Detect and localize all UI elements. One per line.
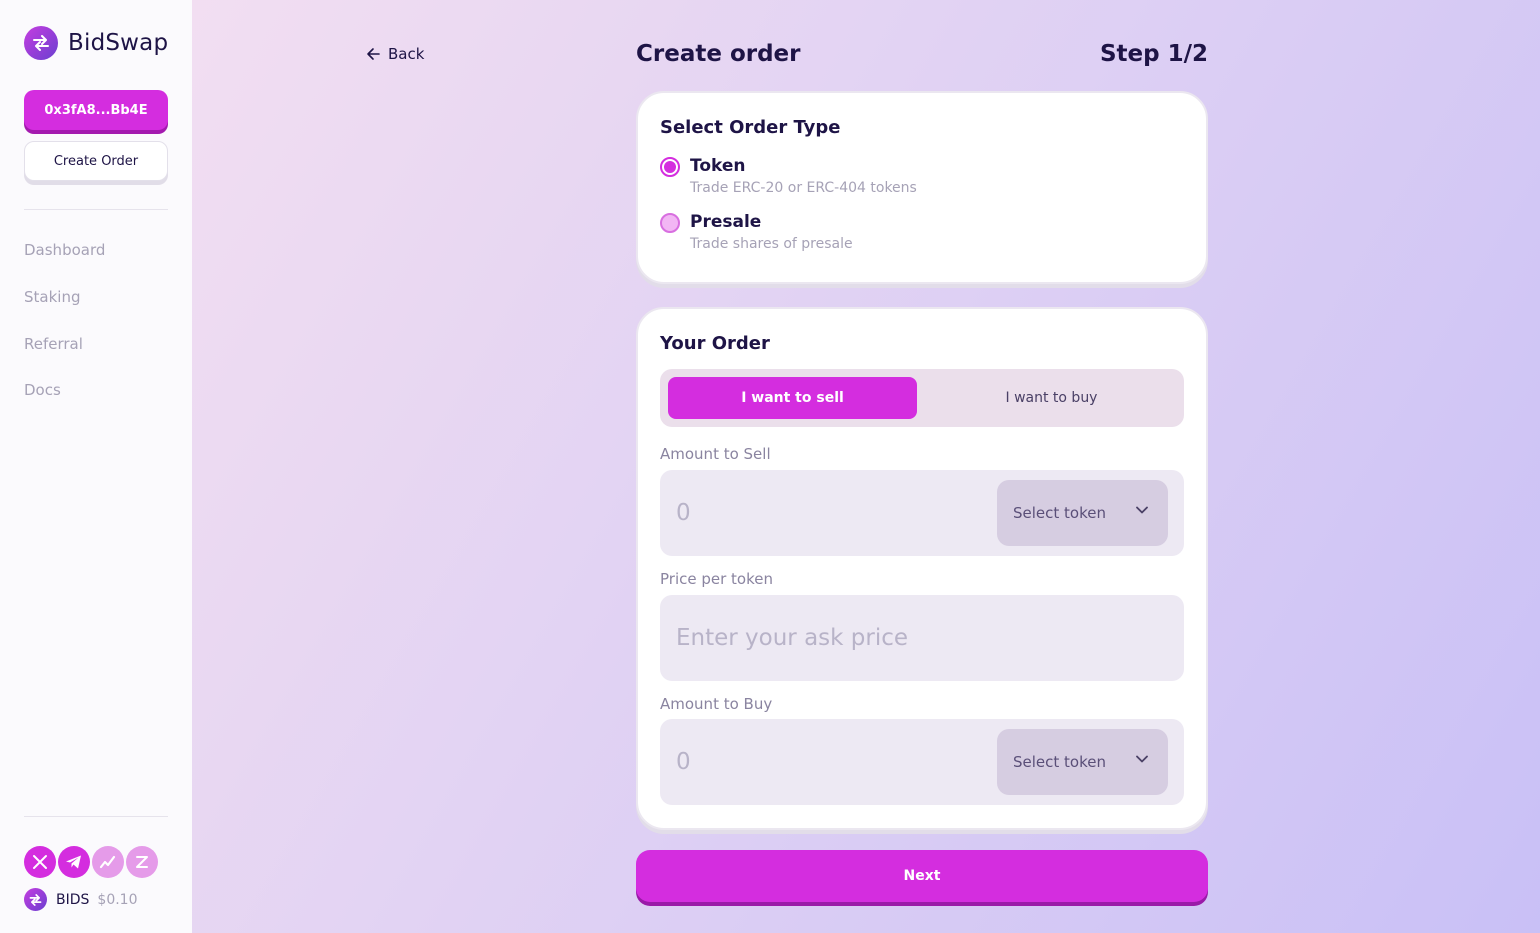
chart-icon[interactable] [92, 846, 124, 878]
option-description: Trade shares of presale [690, 236, 853, 252]
buy-token-select[interactable]: Select token [997, 729, 1168, 795]
page-title: Create order [636, 41, 801, 67]
wallet-address-button[interactable]: 0x3fA8...Bb4E [24, 90, 168, 130]
sidebar-item-docs[interactable]: Docs [24, 381, 61, 399]
back-label: Back [388, 45, 425, 63]
telegram-icon[interactable] [58, 846, 90, 878]
swap-arrows-icon [24, 26, 58, 60]
step-indicator: Step 1/2 [1099, 41, 1208, 67]
create-order-button[interactable]: Create Order [24, 141, 168, 181]
amount-sell-field: Select token [660, 470, 1184, 556]
amount-buy-label: Amount to Buy [660, 695, 773, 713]
sidebar-item-dashboard[interactable]: Dashboard [24, 241, 105, 259]
x-icon[interactable] [24, 846, 56, 878]
price-input[interactable] [660, 595, 1184, 681]
price-label: Price per token [660, 570, 773, 588]
order-type-title: Select Order Type [660, 117, 841, 138]
amount-buy-field: Select token [660, 719, 1184, 805]
your-order-title: Your Order [660, 333, 770, 354]
token-price: BIDS $0.10 [24, 888, 138, 911]
amount-sell-input[interactable] [660, 470, 990, 556]
order-type-card: Select Order Type Token Trade ERC-20 or … [636, 91, 1208, 284]
arrow-left-icon [367, 48, 380, 60]
chevron-down-icon [1136, 755, 1148, 763]
dextools-icon[interactable] [126, 846, 158, 878]
price-field [660, 595, 1184, 681]
social-links [24, 846, 158, 878]
brand-name: BidSwap [68, 30, 169, 56]
radio-checked-icon[interactable] [660, 157, 680, 177]
next-button[interactable]: Next [636, 850, 1208, 902]
sell-token-select[interactable]: Select token [997, 480, 1168, 546]
option-description: Trade ERC-20 or ERC-404 tokens [690, 180, 917, 196]
tab-sell[interactable]: I want to sell [668, 377, 917, 419]
swap-arrows-icon [24, 888, 47, 911]
your-order-card: Your Order I want to sell I want to buy … [636, 307, 1208, 830]
sidebar-item-staking[interactable]: Staking [24, 288, 80, 306]
brand-logo[interactable]: BidSwap [24, 26, 168, 60]
sidebar-divider [24, 209, 168, 210]
order-side-tabs: I want to sell I want to buy [660, 369, 1184, 427]
radio-unchecked-icon[interactable] [660, 213, 680, 233]
tab-buy[interactable]: I want to buy [927, 377, 1176, 419]
chevron-down-icon [1136, 506, 1148, 514]
option-label: Token [690, 156, 746, 176]
order-type-token-option[interactable]: Token Trade ERC-20 or ERC-404 tokens [660, 156, 917, 196]
amount-buy-input[interactable] [660, 719, 990, 805]
sidebar: BidSwap 0x3fA8...Bb4E Create Order Dashb… [0, 0, 192, 933]
select-token-label: Select token [1013, 753, 1106, 771]
order-type-presale-option[interactable]: Presale Trade shares of presale [660, 212, 853, 252]
token-price-value: $0.10 [97, 891, 138, 908]
option-label: Presale [690, 212, 762, 232]
sidebar-divider-bottom [24, 816, 168, 817]
back-button[interactable]: Back [366, 45, 424, 63]
token-symbol: BIDS [56, 891, 90, 908]
sidebar-item-referral[interactable]: Referral [24, 335, 83, 353]
select-token-label: Select token [1013, 504, 1106, 522]
amount-sell-label: Amount to Sell [660, 445, 771, 463]
